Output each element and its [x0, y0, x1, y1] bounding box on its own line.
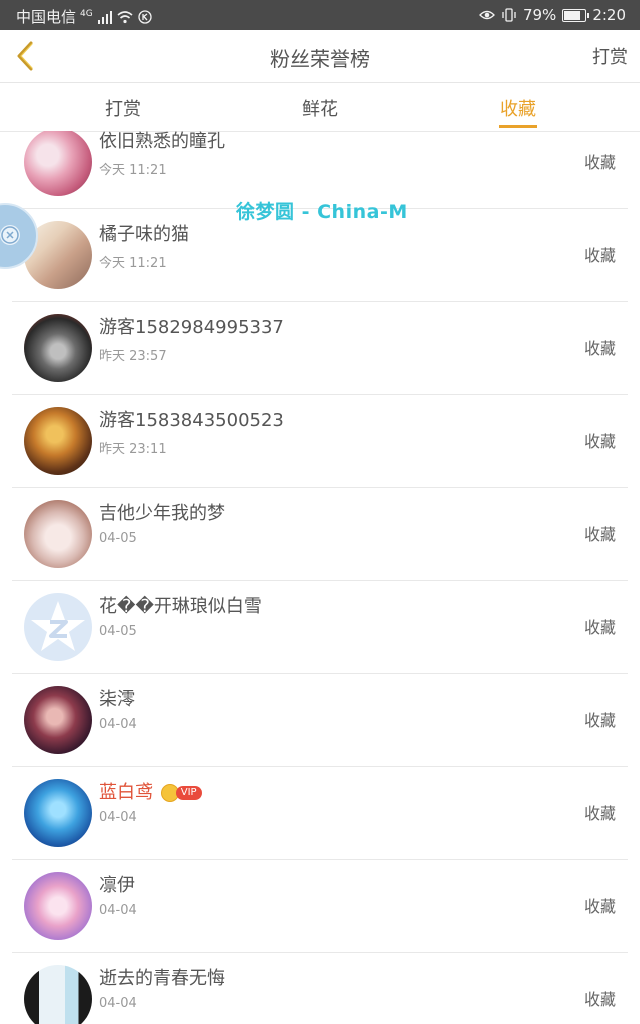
reward-button[interactable]: 打赏: [592, 43, 628, 69]
user-time: 04-05: [99, 624, 137, 639]
carrier-label: 中国电信: [16, 8, 77, 26]
list-item[interactable]: 游客1582984995337 昨天 23:57 收藏: [0, 302, 640, 395]
list-item[interactable]: 花��开琳琅似白雪 04-05 收藏: [0, 581, 640, 674]
battery-icon: [562, 8, 590, 22]
favorite-action[interactable]: 收藏: [584, 149, 616, 173]
user-time: 04-04: [99, 717, 137, 732]
default-avatar-icon: [31, 601, 85, 651]
eye-icon: [479, 10, 495, 20]
user-name: 依旧熟悉的瞳孔: [99, 131, 225, 152]
list-item[interactable]: 橘子味的猫 今天 11:21 收藏: [0, 209, 640, 302]
user-name: 橘子味的猫: [99, 224, 189, 245]
list-item[interactable]: 蓝白鸢 VIP 04-04 收藏: [0, 767, 640, 860]
list-item[interactable]: 游客1583843500523 昨天 23:11 收藏: [0, 395, 640, 488]
user-name: 游客1582984995337: [99, 317, 284, 338]
tab-favorites[interactable]: 收藏: [478, 95, 558, 121]
user-name: 凛伊: [99, 875, 135, 896]
close-icon: [0, 225, 20, 245]
active-tab-indicator: [499, 125, 537, 128]
tab-flowers[interactable]: 鲜花: [280, 95, 360, 121]
fan-list: 依旧熟悉的瞳孔 今天 11:21 收藏 橘子味的猫 今天 11:21 收藏 游客…: [0, 131, 640, 1024]
user-time: 今天 11:21: [99, 163, 167, 178]
user-time: 今天 11:21: [99, 256, 167, 271]
page-title: 粉丝荣誉榜: [270, 47, 370, 71]
clock: 2:20: [592, 6, 626, 24]
list-item[interactable]: 凛伊 04-04 收藏: [0, 860, 640, 953]
avatar: [24, 500, 92, 568]
avatar: [24, 314, 92, 382]
user-time: 04-04: [99, 810, 137, 825]
list-item[interactable]: 依旧熟悉的瞳孔 今天 11:21 收藏: [0, 131, 640, 209]
avatar: [24, 407, 92, 475]
user-name: 逝去的青春无悔: [99, 968, 225, 989]
user-name: 柒澪: [99, 689, 135, 710]
user-name: 吉他少年我的梦: [99, 503, 225, 524]
list-item[interactable]: 逝去的青春无悔 04-04 收藏: [0, 953, 640, 1024]
vip-user-name: 蓝白鸢: [99, 782, 153, 803]
vibrate-icon: [502, 8, 516, 22]
favorite-action[interactable]: 收藏: [584, 986, 616, 1010]
wifi-icon: [117, 10, 133, 23]
vip-tag: VIP: [175, 786, 202, 800]
avatar: [24, 686, 92, 754]
vip-badge: VIP: [160, 784, 202, 802]
favorite-action[interactable]: 收藏: [584, 614, 616, 638]
favorite-action[interactable]: 收藏: [584, 800, 616, 824]
favorite-action[interactable]: 收藏: [584, 893, 616, 917]
status-bar: 中国电信 4G 79% 2:20: [0, 0, 640, 30]
network-type: 4G: [80, 8, 93, 19]
favorite-action[interactable]: 收藏: [584, 242, 616, 266]
favorite-action[interactable]: 收藏: [584, 707, 616, 731]
avatar: [24, 593, 92, 661]
tab-reward[interactable]: 打赏: [83, 95, 163, 121]
user-name: 蓝白鸢 VIP: [99, 778, 202, 804]
avatar: [24, 779, 92, 847]
signal-icon: [97, 10, 112, 24]
nav-header: 粉丝荣誉榜 打赏: [0, 30, 640, 83]
notification-k-icon: [138, 9, 152, 24]
favorite-action[interactable]: 收藏: [584, 428, 616, 452]
user-time: 昨天 23:57: [99, 349, 167, 364]
tab-bar: 打赏 鲜花 收藏: [0, 83, 640, 132]
avatar: [24, 872, 92, 940]
battery-percent: 79%: [522, 6, 557, 24]
user-name: 游客1583843500523: [99, 410, 284, 431]
avatar: [24, 965, 92, 1024]
user-name: 花��开琳琅似白雪: [99, 596, 262, 617]
user-time: 04-04: [99, 996, 137, 1011]
favorite-action[interactable]: 收藏: [584, 335, 616, 359]
avatar: [24, 131, 92, 196]
list-item[interactable]: 吉他少年我的梦 04-05 收藏: [0, 488, 640, 581]
list-item[interactable]: 柒澪 04-04 收藏: [0, 674, 640, 767]
favorite-action[interactable]: 收藏: [584, 521, 616, 545]
user-time: 昨天 23:11: [99, 442, 167, 457]
user-time: 04-05: [99, 531, 137, 546]
user-time: 04-04: [99, 903, 137, 918]
